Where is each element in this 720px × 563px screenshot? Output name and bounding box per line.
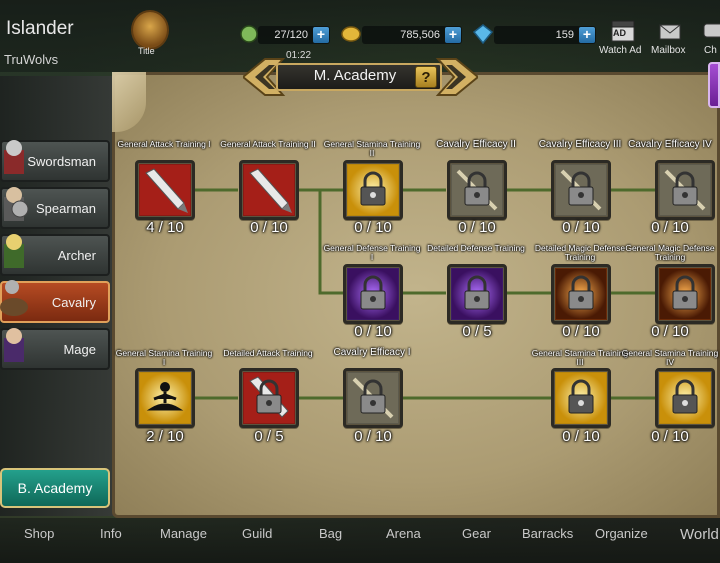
skill-node-cavalry-efficacy-4[interactable] [655, 160, 715, 220]
sword-icon [140, 165, 190, 215]
nav-guild[interactable]: Guild [242, 526, 272, 541]
node-level: 0 / 10 [562, 323, 600, 340]
nav-arena[interactable]: Arena [386, 526, 421, 541]
skill-node-general-magic-defense[interactable] [655, 264, 715, 324]
node-level: 2 / 10 [146, 428, 184, 445]
node-title: General Attack Training II [220, 139, 316, 149]
skill-node-general-defense-1[interactable] [343, 264, 403, 324]
lance-lock-icon [660, 165, 710, 215]
node-title: Cavalry Efficacy IV [628, 139, 712, 150]
magic-defense-lock-icon [660, 269, 710, 319]
sword-icon [244, 165, 294, 215]
nav-shop[interactable]: Shop [24, 526, 54, 541]
nav-barracks[interactable]: Barracks [522, 526, 573, 541]
node-level: 0 / 10 [651, 323, 689, 340]
skill-node-cavalry-efficacy-3[interactable] [551, 160, 611, 220]
lance-lock-icon [452, 165, 502, 215]
node-title: General Defense Training I [323, 243, 421, 262]
node-level: 0 / 10 [354, 219, 392, 236]
node-title: General Attack Training I [117, 139, 211, 149]
node-level: 0 / 10 [562, 219, 600, 236]
node-level: 0 / 5 [254, 428, 284, 445]
node-title: General Stamina Training III [531, 348, 629, 367]
skill-node-general-stamina-4[interactable] [655, 368, 715, 428]
node-title: Detailed Defense Training [427, 243, 525, 253]
skill-node-detailed-defense[interactable] [447, 264, 507, 324]
node-title: General Stamina Training I [115, 348, 213, 367]
meditation-icon [140, 373, 190, 423]
node-level: 0 / 10 [250, 219, 288, 236]
node-level: 0 / 10 [354, 323, 392, 340]
sword-lock-icon [244, 373, 294, 423]
node-title: Detailed Attack Training [223, 348, 313, 358]
node-title: Cavalry Efficacy II [436, 139, 516, 150]
skill-node-general-stamina-3[interactable] [551, 368, 611, 428]
node-title: Detailed Magic Defense Training [534, 243, 626, 262]
nav-manage[interactable]: Manage [160, 526, 207, 541]
lance-lock-icon [556, 165, 606, 215]
defense-lock-icon [348, 269, 398, 319]
skill-node-detailed-magic-defense[interactable] [551, 264, 611, 324]
node-title: General Magic Defense Training [625, 243, 715, 262]
node-level: 4 / 10 [146, 219, 184, 236]
stamina-lock-icon [556, 373, 606, 423]
node-level: 0 / 10 [562, 428, 600, 445]
nav-world[interactable]: World [680, 526, 720, 543]
stamina-lock-icon [348, 165, 398, 215]
nav-info[interactable]: Info [100, 526, 122, 541]
node-level: 0 / 10 [651, 428, 689, 445]
nav-organize[interactable]: Organize [595, 526, 648, 541]
skill-node-general-stamina-1[interactable] [135, 368, 195, 428]
skill-node-general-attack-1[interactable] [135, 160, 195, 220]
node-title: Cavalry Efficacy I [333, 347, 411, 358]
node-title: General Stamina Training IV [621, 348, 719, 367]
node-title: Cavalry Efficacy III [538, 139, 622, 150]
nav-gear[interactable]: Gear [462, 526, 491, 541]
skill-node-general-attack-2[interactable] [239, 160, 299, 220]
lance-lock-icon [348, 373, 398, 423]
node-level: 0 / 10 [651, 219, 689, 236]
node-title: General Stamina Training II [323, 139, 421, 158]
skill-node-cavalry-efficacy-2[interactable] [447, 160, 507, 220]
skill-node-detailed-attack[interactable] [239, 368, 299, 428]
stamina-lock-icon [660, 373, 710, 423]
nav-bag[interactable]: Bag [319, 526, 342, 541]
node-level: 0 / 5 [462, 323, 492, 340]
skill-node-general-stamina-2[interactable] [343, 160, 403, 220]
magic-defense-lock-icon [556, 269, 606, 319]
skill-node-cavalry-efficacy-1[interactable] [343, 368, 403, 428]
node-level: 0 / 10 [354, 428, 392, 445]
defense-lock-icon [452, 269, 502, 319]
node-level: 0 / 10 [458, 219, 496, 236]
